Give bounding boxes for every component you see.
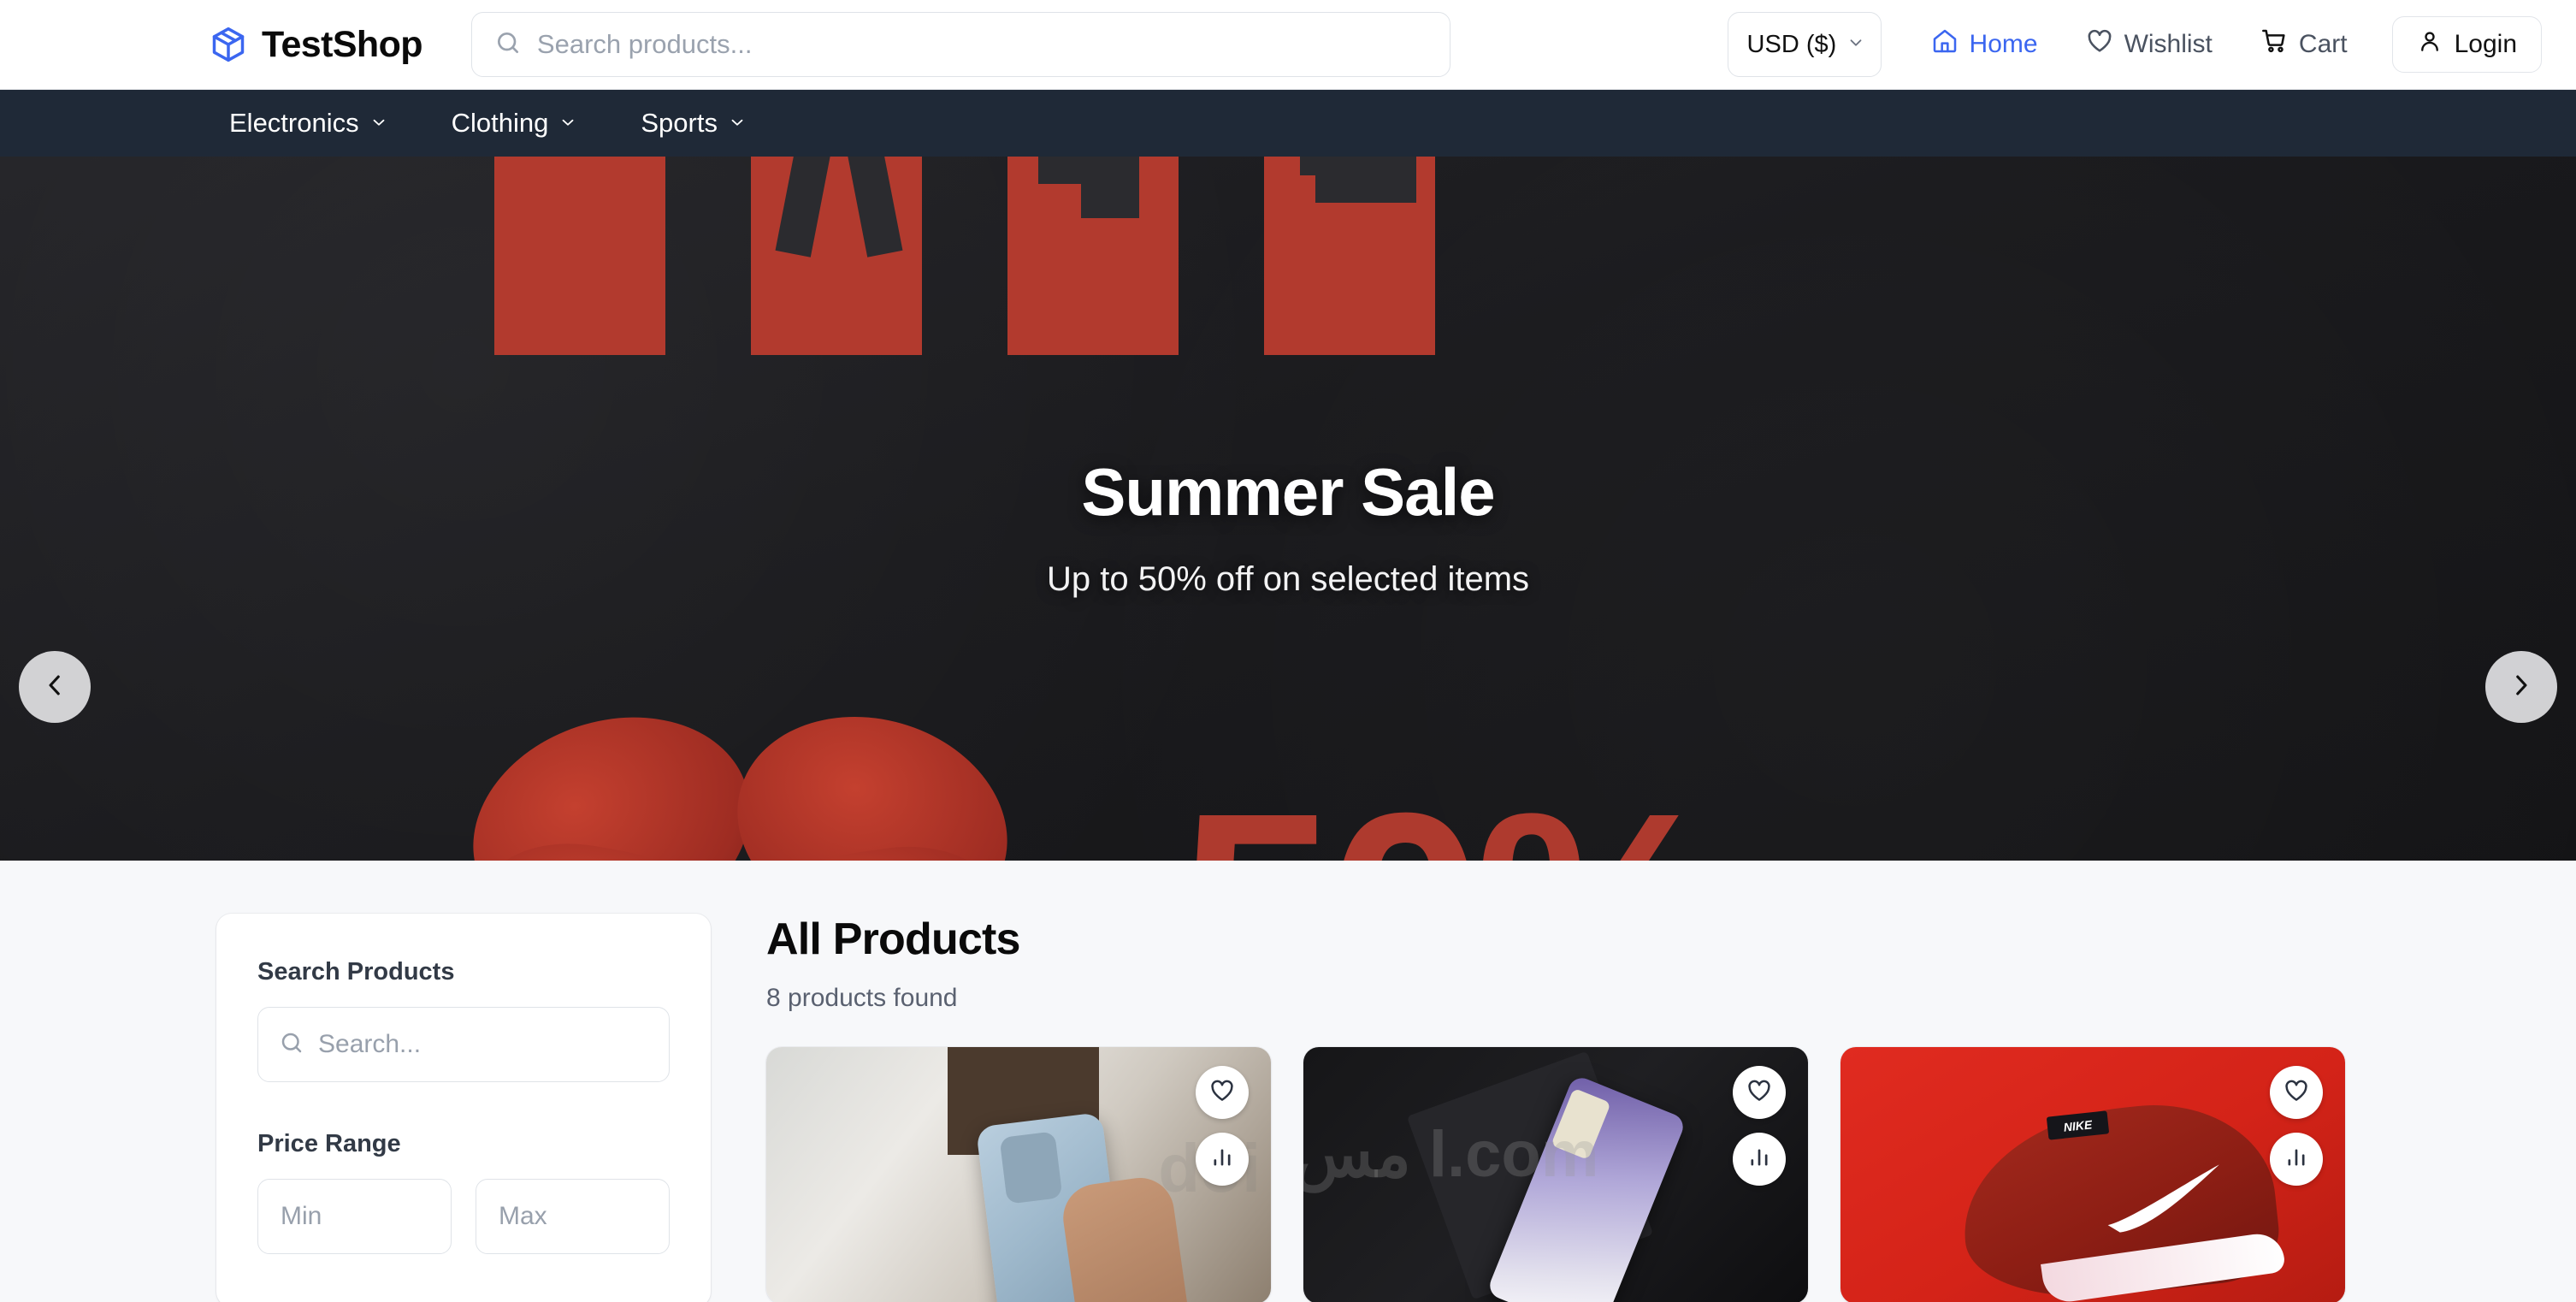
- add-to-wishlist-button[interactable]: [1733, 1066, 1786, 1119]
- product-card-actions: [2270, 1066, 2323, 1186]
- login-button-label: Login: [2454, 30, 2517, 58]
- compare-product-button[interactable]: [1196, 1133, 1249, 1186]
- product-card-actions: [1196, 1066, 1249, 1186]
- hero-title: Summer Sale: [1081, 453, 1495, 530]
- login-button[interactable]: Login: [2391, 16, 2542, 73]
- nav-link-cart[interactable]: Cart: [2236, 27, 2372, 62]
- category-nav-item-clothing[interactable]: Clothing: [452, 108, 607, 139]
- hero-subtitle: Up to 50% off on selected items: [1046, 559, 1530, 598]
- product-count: 8 products found: [766, 984, 958, 1012]
- nav-link-cart-label: Cart: [2298, 30, 2348, 58]
- header-actions: USD ($) Home Wishlist Cart Login: [1727, 12, 2542, 77]
- home-icon: [1931, 27, 1959, 62]
- site-header: TestShop Search products... USD ($) Home: [0, 0, 2576, 90]
- currency-value: USD ($): [1746, 30, 1837, 58]
- product-grid: doi: [766, 1047, 2360, 1302]
- bar-chart-icon: [1747, 1145, 1771, 1174]
- nike-swoosh-icon: [2107, 1164, 2219, 1233]
- currency-selector[interactable]: USD ($): [1727, 12, 1882, 77]
- price-max-input[interactable]: Max: [476, 1179, 670, 1254]
- brand-logo[interactable]: TestShop: [210, 23, 423, 65]
- sidebar-search-placeholder: Search...: [318, 1030, 422, 1058]
- sidebar-search-input[interactable]: Search...: [257, 1007, 670, 1082]
- header-search-input[interactable]: Search products...: [470, 12, 1450, 77]
- heart-icon: [1746, 1078, 1772, 1108]
- category-nav: Electronics Clothing Sports: [0, 90, 2576, 157]
- price-min-placeholder: Min: [281, 1202, 322, 1230]
- hero-carousel: 50% Summer Sale Up to 50% off on selecte…: [0, 157, 2576, 861]
- product-card-actions: [1733, 1066, 1786, 1186]
- price-range-row: Min Max: [257, 1179, 670, 1254]
- image-watermark: مس l.com: [1303, 1118, 1599, 1191]
- brand-name: TestShop: [262, 23, 423, 65]
- compare-product-button[interactable]: [2270, 1133, 2323, 1186]
- compare-product-button[interactable]: [1733, 1133, 1786, 1186]
- chevron-left-icon: [40, 671, 69, 704]
- filter-search-label: Search Products: [257, 958, 455, 985]
- category-label: Clothing: [451, 108, 549, 138]
- chevron-down-icon: [1846, 31, 1865, 59]
- bar-chart-icon: [1210, 1145, 1234, 1174]
- filters-sidebar: Search Products Search... Price Range Mi…: [216, 914, 711, 1302]
- chevron-down-icon: [369, 108, 388, 139]
- search-icon: [494, 29, 522, 61]
- heart-icon: [2086, 27, 2113, 62]
- product-card[interactable]: NIKE: [1840, 1047, 2345, 1302]
- add-to-wishlist-button[interactable]: [2270, 1066, 2323, 1119]
- chevron-down-icon: [558, 108, 577, 139]
- carousel-next-button[interactable]: [2485, 651, 2557, 723]
- carousel-prev-button[interactable]: [19, 651, 91, 723]
- product-card[interactable]: doi: [766, 1047, 1271, 1302]
- nav-link-wishlist-label: Wishlist: [2124, 30, 2213, 58]
- heart-icon: [1209, 1078, 1235, 1108]
- nav-link-home[interactable]: Home: [1907, 27, 2062, 62]
- nav-link-home-label: Home: [1969, 30, 2038, 58]
- price-max-placeholder: Max: [499, 1202, 547, 1230]
- catalog-section: Search Products Search... Price Range Mi…: [0, 861, 2576, 1302]
- header-search-placeholder: Search products...: [536, 29, 753, 59]
- product-card[interactable]: مس l.com: [1303, 1047, 1808, 1302]
- package-box-icon: [210, 26, 247, 63]
- category-nav-item-electronics[interactable]: Electronics: [229, 108, 417, 139]
- bar-chart-icon: [2284, 1145, 2308, 1174]
- chevron-down-icon: [728, 108, 747, 139]
- user-icon: [2417, 28, 2443, 61]
- heart-icon: [2284, 1078, 2309, 1108]
- category-label: Electronics: [229, 108, 359, 138]
- hero-content: Summer Sale Up to 50% off on selected it…: [0, 157, 2576, 861]
- nav-link-wishlist[interactable]: Wishlist: [2062, 27, 2236, 62]
- search-icon: [279, 1030, 304, 1060]
- add-to-wishlist-button[interactable]: [1196, 1066, 1249, 1119]
- category-label: Sports: [641, 108, 718, 138]
- category-nav-item-sports[interactable]: Sports: [641, 108, 776, 139]
- products-main: All Products 8 products found doi: [766, 914, 2576, 1302]
- shopping-cart-icon: [2260, 27, 2288, 62]
- filter-price-label: Price Range: [257, 1130, 401, 1157]
- price-min-input[interactable]: Min: [257, 1179, 452, 1254]
- chevron-right-icon: [2507, 671, 2536, 704]
- page-title: All Products: [766, 914, 1020, 964]
